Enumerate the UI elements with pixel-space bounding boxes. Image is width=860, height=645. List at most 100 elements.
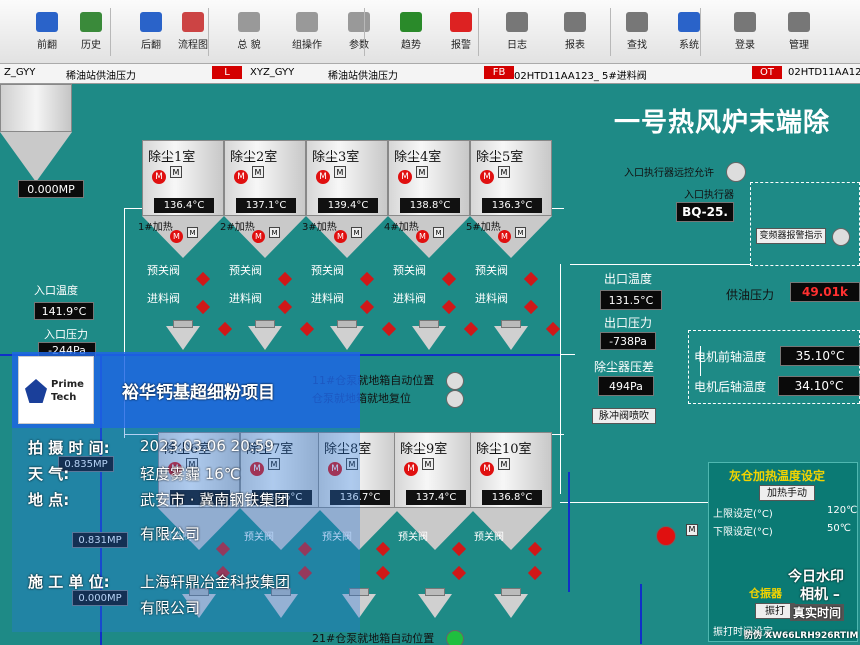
valve-side[interactable] xyxy=(217,321,233,337)
inlet-temp-label: 入口温度 xyxy=(34,284,78,297)
motor-indicator[interactable]: M xyxy=(250,462,264,476)
valve-feed[interactable] xyxy=(375,565,391,581)
silo-temperature: 137.4°C xyxy=(406,490,466,505)
silo-1[interactable]: 除尘1室 M M 136.4°C M M xyxy=(142,140,224,268)
lower-limit-label: 下限设定(°C) xyxy=(713,527,773,538)
valve-pre[interactable] xyxy=(523,271,539,287)
bin-mode[interactable]: M xyxy=(686,524,698,536)
motor-indicator[interactable]: M xyxy=(316,170,330,184)
valve-feed[interactable] xyxy=(297,565,313,581)
heat-manual-button[interactable]: 加热手动 xyxy=(759,485,815,501)
motor-indicator[interactable]: M xyxy=(168,462,182,476)
inlet-valve[interactable] xyxy=(336,116,350,128)
toolbar-button-login[interactable]: 登录 xyxy=(720,6,770,60)
toolbar-button-system[interactable]: 系统 xyxy=(664,6,714,60)
toolbar-button-grid[interactable]: 总 貌 xyxy=(224,6,274,60)
alarm-tag[interactable]: FB xyxy=(484,66,514,79)
valve-feed[interactable] xyxy=(215,565,231,581)
toolbar-button-params[interactable]: 参数 xyxy=(334,6,384,60)
valve-feed[interactable] xyxy=(195,299,211,315)
toolbar-button-flowchart[interactable]: 流程图 xyxy=(168,6,218,60)
toolbar-button-trend[interactable]: 趋势 xyxy=(386,6,436,60)
inlet-valve[interactable] xyxy=(254,116,268,128)
valve-feed[interactable] xyxy=(527,565,543,581)
alarm-text[interactable]: Z_GYY xyxy=(4,67,35,78)
motor-indicator[interactable]: M xyxy=(404,462,418,476)
motor-indicator[interactable]: M xyxy=(480,170,494,184)
rotary-feeder xyxy=(182,588,216,628)
toolbar-button-list[interactable]: 组操作 xyxy=(282,6,332,60)
bin-motor[interactable] xyxy=(656,526,676,546)
motor-indicator[interactable]: M xyxy=(234,170,248,184)
mode-indicator[interactable]: M xyxy=(334,166,346,178)
inlet-valve[interactable] xyxy=(418,116,432,128)
heater-mode[interactable]: M xyxy=(433,227,444,238)
mode-indicator[interactable]: M xyxy=(416,166,428,178)
valve-side[interactable] xyxy=(545,321,561,337)
actuator-label: 入口执行器 xyxy=(684,190,734,201)
valve-pre[interactable] xyxy=(277,271,293,287)
pulse-blow-button[interactable]: 脉冲阀喷吹 xyxy=(592,408,656,424)
vibrate-button[interactable]: 振打 xyxy=(755,603,795,619)
motor-indicator[interactable]: M xyxy=(152,170,166,184)
valve-feed[interactable] xyxy=(441,299,457,315)
toolbar-button-gear[interactable]: 管理 xyxy=(774,6,824,60)
alarm-text[interactable]: XYZ_GYY xyxy=(250,67,294,78)
heater-mode[interactable]: M xyxy=(187,227,198,238)
mode-indicator[interactable]: M xyxy=(498,458,510,470)
mode-indicator[interactable]: M xyxy=(268,458,280,470)
pressure-readout-3: 0.000MP xyxy=(72,590,128,606)
mode-indicator[interactable]: M xyxy=(498,166,510,178)
pre-valve-label: 预关阀 xyxy=(475,264,508,277)
valve-feed[interactable] xyxy=(523,299,539,315)
silo-3[interactable]: 除尘3室 M M 139.4°C M M xyxy=(306,140,388,268)
vibrator-title: 仓振器 xyxy=(749,587,782,600)
toolbar-button-log[interactable]: 日志 xyxy=(492,6,542,60)
motor-indicator[interactable]: M xyxy=(398,170,412,184)
alarm-text[interactable]: 02HTD11AA123_ 5#进料阀 xyxy=(514,67,647,82)
valve-pre[interactable] xyxy=(441,271,457,287)
rotary-feeder xyxy=(166,320,200,360)
silo-temperature: 136.3°C xyxy=(482,198,542,213)
actuator-valve[interactable] xyxy=(696,234,716,250)
valve-side[interactable] xyxy=(299,321,315,337)
mode-indicator[interactable]: M xyxy=(186,458,198,470)
silo-5[interactable]: 除尘5室 M M 136.3°C M M xyxy=(470,140,552,268)
valve-side[interactable] xyxy=(381,321,397,337)
valve-side[interactable] xyxy=(463,321,479,337)
heater-label: 1#加热 xyxy=(138,222,173,233)
toolbar-button-arrow-left[interactable]: 前翻 xyxy=(22,6,72,60)
silo-4[interactable]: 除尘4室 M M 138.8°C M M xyxy=(388,140,470,268)
alarm-tag[interactable]: L xyxy=(212,66,242,79)
log-icon xyxy=(506,12,528,32)
mode-indicator[interactable]: M xyxy=(170,166,182,178)
toolbar-button-table[interactable]: 报表 xyxy=(550,6,600,60)
mode-indicator[interactable]: M xyxy=(422,458,434,470)
mode-indicator[interactable]: M xyxy=(252,166,264,178)
valve-feed[interactable] xyxy=(451,565,467,581)
heater-mode[interactable]: M xyxy=(515,227,526,238)
inlet-valve[interactable] xyxy=(500,116,514,128)
alarm-tag[interactable]: OT xyxy=(752,66,782,79)
toolbar-button-search[interactable]: 查找 xyxy=(612,6,662,60)
motor-indicator[interactable]: M xyxy=(328,462,342,476)
valve-feed[interactable] xyxy=(359,299,375,315)
alarm-text[interactable]: 02HTD11AA123 xyxy=(788,67,860,78)
heater-mode[interactable]: M xyxy=(269,227,280,238)
valve-pre[interactable] xyxy=(195,271,211,287)
vfd-alarm-button[interactable]: 变频器报警指示 xyxy=(756,228,826,244)
alarm-text[interactable]: 稀油站供油压力 xyxy=(328,67,398,82)
valve-pre[interactable] xyxy=(359,271,375,287)
motor-indicator[interactable]: M xyxy=(480,462,494,476)
inlet-valve[interactable] xyxy=(172,116,186,128)
valve-feed[interactable] xyxy=(277,299,293,315)
mode-indicator[interactable]: M xyxy=(346,458,358,470)
upper-limit-value[interactable]: 120℃ xyxy=(827,505,857,516)
alarm-text[interactable]: 稀油站供油压力 xyxy=(66,67,136,82)
lower-limit-value[interactable]: 50℃ xyxy=(827,523,851,534)
toolbar-button-folder[interactable]: 历史 xyxy=(66,6,116,60)
heater-mode[interactable]: M xyxy=(351,227,362,238)
connector-line xyxy=(560,354,575,355)
rotary-feeder xyxy=(494,320,528,360)
silo-2[interactable]: 除尘2室 M M 137.1°C M M xyxy=(224,140,306,268)
